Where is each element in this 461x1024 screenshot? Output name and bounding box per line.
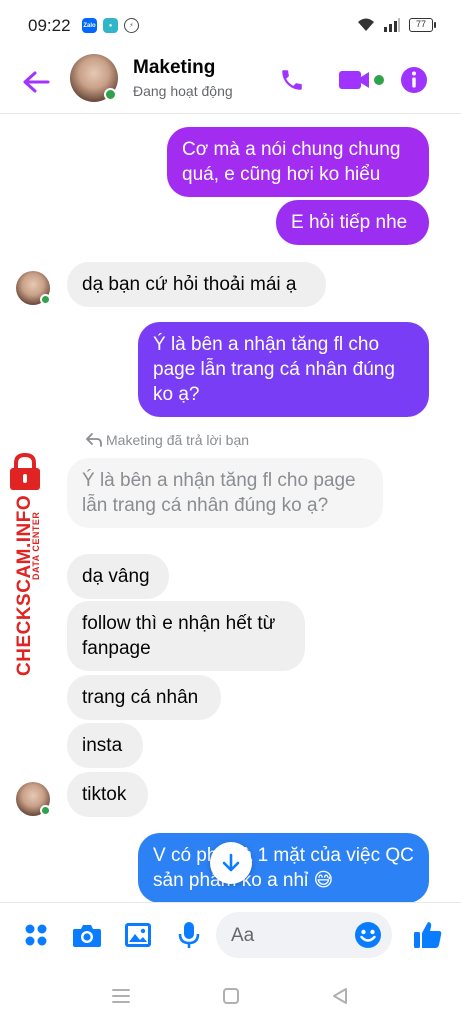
online-indicator [40, 805, 51, 816]
message-outgoing[interactable]: Ý là bên a nhận tăng fl cho page lẫn tra… [138, 322, 429, 417]
system-navigation-bar [0, 968, 461, 1024]
wifi-icon [358, 18, 374, 31]
online-indicator [104, 88, 117, 101]
message-incoming[interactable]: dạ vâng [67, 554, 169, 599]
more-actions-button[interactable] [19, 918, 53, 952]
status-indicators: 77 [357, 18, 436, 32]
menu-dots-icon [25, 924, 47, 946]
phone-icon [282, 70, 302, 90]
message-outgoing[interactable]: V có phải là 1 mặt của việc QC sản phẩm … [138, 833, 429, 903]
reply-notice: Maketing đã trả lời bạn [86, 432, 249, 448]
scroll-to-bottom-button[interactable] [210, 842, 252, 884]
zalo-icon: Zalo [82, 18, 97, 33]
messenger-icon: ⚡ [124, 18, 139, 33]
status-notification-icons: Zalo ● ⚡ [82, 18, 139, 33]
gallery-icon [125, 923, 151, 947]
reply-arrow-icon [86, 433, 102, 447]
battery-icon: 77 [409, 18, 436, 32]
message-outgoing[interactable]: Cơ mà a nói chung chung quá, e cũng hơi … [167, 127, 429, 197]
scroll-down-icon [222, 853, 240, 872]
reply-notice-text: Maketing đã trả lời bạn [106, 432, 250, 448]
watermark: DATA CENTER CHECKSCAM.INFO [2, 452, 50, 682]
watermark-title: CHECKSCAM.INFO [14, 494, 35, 676]
message-input[interactable]: Aa [216, 912, 392, 958]
chat-header: Maketing Đang hoạt động [0, 52, 461, 114]
back-arrow-icon [23, 71, 50, 93]
status-time: 09:22 [28, 16, 71, 35]
message-incoming[interactable]: trang cá nhân [67, 675, 221, 720]
back-nav-button[interactable] [328, 984, 352, 1008]
back-triangle-icon [333, 988, 347, 1004]
contact-status: Đang hoạt động [133, 83, 233, 99]
mic-icon [178, 922, 200, 948]
lock-logo-icon [10, 452, 40, 490]
online-indicator [40, 294, 51, 305]
back-button[interactable] [18, 64, 54, 100]
camera-button[interactable] [70, 918, 104, 952]
home-button[interactable] [219, 984, 243, 1008]
video-icon [339, 71, 384, 89]
message-outgoing[interactable]: E hỏi tiếp nhe [276, 200, 429, 245]
emoji-icon[interactable] [354, 921, 382, 949]
info-icon [401, 67, 427, 93]
message-incoming[interactable]: tiktok [67, 772, 148, 817]
message-incoming[interactable]: dạ bạn cứ hỏi thoải mái ạ [67, 262, 326, 307]
message-input-placeholder: Aa [231, 925, 255, 946]
like-button[interactable] [411, 918, 445, 952]
signal-icon [384, 18, 400, 32]
contact-name[interactable]: Maketing [133, 57, 215, 79]
quoted-message[interactable]: Ý là bên a nhận tăng fl cho page lẫn tra… [67, 458, 383, 528]
conversation-info-button[interactable] [396, 62, 432, 98]
message-incoming[interactable]: insta [67, 723, 143, 768]
voice-record-button[interactable] [172, 918, 206, 952]
recent-apps-button[interactable] [109, 984, 133, 1008]
voice-call-button[interactable] [274, 62, 310, 98]
home-square-icon [223, 988, 239, 1004]
menu-lines-icon [112, 989, 130, 1003]
video-call-button[interactable] [336, 62, 386, 98]
message-composer: Aa [0, 902, 461, 968]
gallery-button[interactable] [121, 918, 155, 952]
camera-icon [73, 925, 101, 947]
message-incoming[interactable]: follow thì e nhận hết từ fanpage [67, 601, 305, 671]
status-bar: 09:22 Zalo ● ⚡ 77 [0, 0, 461, 52]
like-icon [414, 922, 442, 948]
chat-bubble-icon: ● [103, 18, 118, 33]
